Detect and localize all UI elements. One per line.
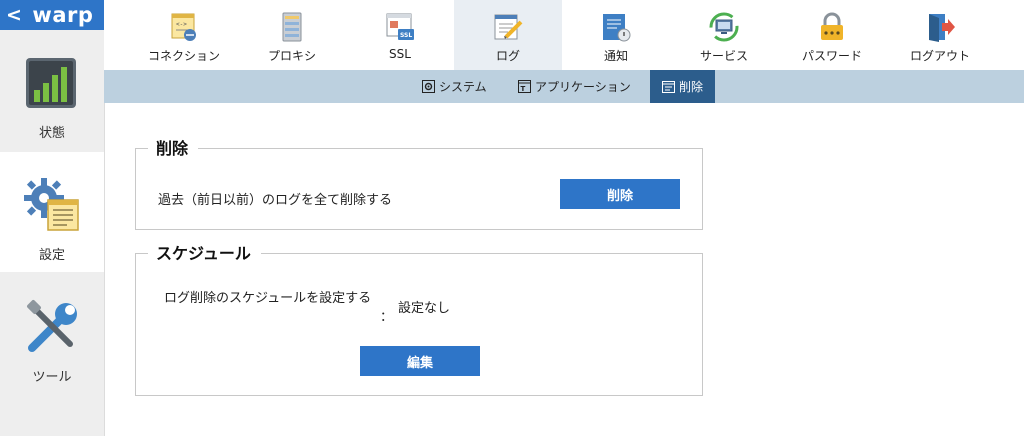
sidebar-item-status[interactable]: 状態 — [0, 30, 104, 150]
tab-proxy[interactable]: プロキシ — [238, 0, 346, 70]
tab-label: コネクション — [147, 49, 220, 63]
tab-log[interactable]: ログ — [454, 0, 562, 70]
tools-icon — [27, 300, 77, 352]
proxy-icon — [282, 12, 302, 42]
svg-text:SSL: SSL — [400, 32, 412, 39]
delete-icon — [662, 81, 675, 93]
delete-panel: 削除 過去（前日以前）のログを全て削除する 削除 — [135, 135, 703, 230]
delete-button[interactable]: 削除 — [560, 179, 680, 209]
tab-label: プロキシ — [267, 49, 316, 63]
subtab-label: システム — [439, 80, 487, 94]
subtab-label: アプリケーション — [535, 80, 631, 94]
svg-text:T: T — [521, 85, 526, 93]
notification-icon — [603, 14, 631, 42]
brand-logo: warp — [32, 3, 94, 27]
schedule-value: 設定なし — [398, 301, 451, 316]
log-icon — [494, 14, 523, 40]
tab-label: ログアウト — [909, 49, 970, 63]
tab-label: パスワード — [801, 49, 862, 63]
subtab-delete[interactable]: 削除 — [650, 70, 716, 103]
application-icon: T — [518, 80, 531, 93]
schedule-panel: スケジュール ログ削除のスケジュールを設定する ： 設定なし 編集 — [135, 240, 703, 396]
ssl-icon: SSL — [386, 13, 414, 40]
service-icon — [709, 12, 739, 42]
svg-text:<->: <-> — [176, 21, 187, 28]
sidebar-item-tools[interactable]: ツール — [0, 274, 104, 394]
tab-label: ログ — [495, 49, 520, 63]
tab-label: 通知 — [603, 49, 628, 63]
brand-header[interactable]: < warp — [0, 0, 104, 30]
top-navigation: <-> コネクション プロキシ SSL SSL ログ 通知 サービス パスワード… — [104, 0, 1024, 70]
tab-service[interactable]: サービス — [670, 0, 778, 70]
sidebar: < warp 状態 設定 ツール — [0, 0, 105, 436]
sidebar-item-label: ツール — [32, 370, 72, 385]
back-arrow-icon[interactable]: < — [6, 5, 22, 25]
delete-section-title: 削除 — [148, 135, 199, 159]
tab-ssl[interactable]: SSL SSL — [346, 0, 454, 70]
gear-config-icon — [24, 178, 79, 231]
schedule-field-label: ログ削除のスケジュールを設定する — [164, 291, 372, 306]
subtab-application[interactable]: T アプリケーション — [518, 70, 631, 103]
sub-navigation: システム T アプリケーション 削除 — [104, 70, 1024, 103]
edit-button[interactable]: 編集 — [360, 346, 480, 376]
schedule-section-title: スケジュール — [148, 240, 261, 264]
tab-password[interactable]: パスワード — [778, 0, 886, 70]
schedule-field-colon: ： — [380, 310, 394, 325]
tab-logout[interactable]: ログアウト — [886, 0, 994, 70]
tab-notification[interactable]: 通知 — [562, 0, 670, 70]
delete-description: 過去（前日以前）のログを全て削除する — [158, 193, 393, 208]
password-lock-icon — [821, 12, 843, 40]
tab-label: サービス — [699, 49, 748, 63]
system-icon — [422, 80, 435, 93]
logout-icon — [929, 14, 955, 42]
tab-label: SSL — [389, 47, 411, 61]
subtab-label: 削除 — [679, 80, 704, 94]
sidebar-item-settings[interactable]: 設定 — [0, 152, 104, 272]
sidebar-item-label: 設定 — [38, 248, 65, 263]
sidebar-item-label: 状態 — [38, 126, 65, 141]
connection-icon: <-> — [171, 13, 196, 41]
subtab-system[interactable]: システム — [422, 70, 487, 103]
tab-connection[interactable]: <-> コネクション — [130, 0, 238, 70]
bar-chart-icon — [26, 58, 76, 108]
